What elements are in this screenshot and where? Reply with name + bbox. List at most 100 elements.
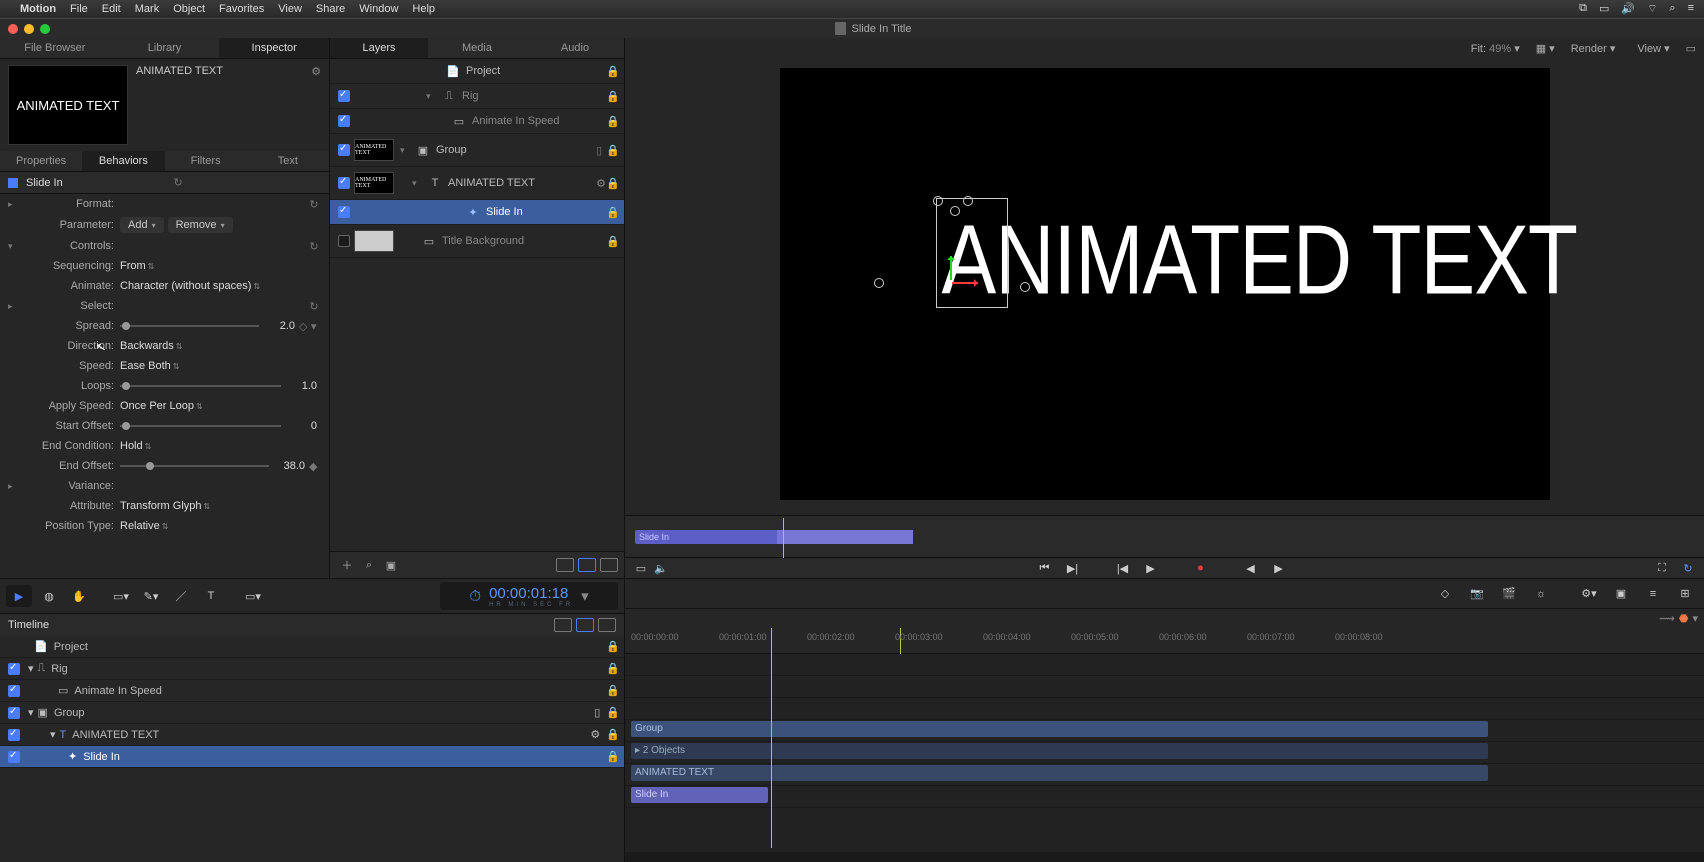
layer-row-group[interactable]: ANIMATED TEXT ▾ ▣ Group▯🔒	[330, 134, 624, 167]
spread-slider[interactable]	[120, 320, 259, 332]
disclosure-icon[interactable]: ▾	[400, 145, 410, 155]
record-button[interactable]: ●	[1191, 560, 1211, 576]
position-type-dropdown[interactable]: Relative⇅	[120, 520, 168, 532]
rotation-handle[interactable]	[950, 206, 960, 216]
layer-visible-checkbox[interactable]	[338, 177, 350, 189]
track-row-group[interactable]: ▾▣Group▯🔒	[0, 702, 624, 724]
clip-group[interactable]: Group	[631, 721, 1488, 737]
canvas-text[interactable]: ANIMATED TEXT	[942, 212, 1577, 310]
track-row-rig[interactable]: ▾⎍Rig🔒	[0, 658, 624, 680]
gear-dropdown[interactable]: ⚙▾	[1576, 583, 1602, 605]
mini-clip[interactable]: Slide In	[635, 530, 913, 544]
layer-visible-checkbox[interactable]	[338, 115, 350, 127]
clip-objects[interactable]: ▸ 2 Objects	[631, 743, 1488, 759]
reset-icon[interactable]: ↻	[307, 300, 321, 313]
view-dropdown[interactable]: View ▾	[1631, 40, 1675, 57]
color-channels-icon[interactable]: ▦ ▾	[1536, 42, 1555, 55]
step-back-button[interactable]: ◀	[1241, 560, 1261, 576]
grid-icon[interactable]: ⊞	[1672, 583, 1698, 605]
close-window-button[interactable]	[8, 24, 18, 34]
adjustments-icon[interactable]: ☼	[1528, 583, 1554, 605]
mask-tool[interactable]: ▭▾	[240, 585, 266, 607]
selection-handle[interactable]	[1020, 282, 1030, 292]
canvas-viewport[interactable]: ANIMATED TEXT	[625, 58, 1704, 515]
tab-media[interactable]: Media	[428, 38, 526, 58]
sequencing-dropdown[interactable]: From⇅	[120, 260, 154, 272]
apply-speed-dropdown[interactable]: Once Per Loop⇅	[120, 400, 203, 412]
menu-app[interactable]: Motion	[20, 3, 56, 15]
playhead[interactable]	[771, 628, 772, 848]
stack-icon[interactable]: ▣	[380, 556, 402, 574]
keyframe-icon[interactable]: ◇	[299, 320, 311, 333]
disclosure-icon[interactable]: ▾	[412, 178, 422, 188]
disclosure-icon[interactable]: ▸	[8, 481, 22, 492]
search-layers-button[interactable]: ⌕	[358, 556, 380, 574]
spread-value[interactable]: 2.0	[259, 320, 295, 332]
clip-animated-text[interactable]: ANIMATED TEXT	[631, 765, 1488, 781]
list-icon[interactable]: ≡	[1640, 583, 1666, 605]
lock-icon[interactable]: 🔒	[606, 115, 620, 128]
layer-visible-checkbox[interactable]	[338, 206, 350, 218]
menu-view[interactable]: View	[278, 3, 302, 15]
layer-row-rig[interactable]: ▾ ⎍ Rig🔒	[330, 84, 624, 109]
lock-icon[interactable]: 🔒	[606, 750, 620, 763]
lock-icon[interactable]: 🔒	[606, 206, 620, 219]
add-parameter-button[interactable]: Add	[120, 217, 164, 233]
wifi-icon[interactable]: ⌔	[1647, 2, 1657, 16]
disclosure-icon[interactable]: ▾	[28, 706, 34, 719]
text-tool[interactable]: T	[198, 585, 224, 607]
gear-icon[interactable]: ⚙	[590, 728, 600, 741]
selection-handle[interactable]	[933, 196, 943, 206]
layer-row-animate-speed[interactable]: ▭ Animate In Speed🔒	[330, 109, 624, 134]
behavior-reset-icon[interactable]: ↻	[174, 176, 322, 189]
canvas-stage[interactable]: ANIMATED TEXT	[780, 68, 1550, 500]
disclosure-icon[interactable]: ▾	[50, 728, 56, 741]
notifications-icon[interactable]: ≡	[1688, 2, 1694, 16]
lock-icon[interactable]: 🔒	[606, 706, 620, 719]
preview-actions-icon[interactable]: ⚙	[311, 65, 321, 78]
loop-button[interactable]: ↻	[1678, 560, 1698, 576]
animate-dropdown[interactable]: Character (without spaces)⇅	[120, 280, 260, 292]
timeline-ruler[interactable]: 00:00:00:0000:00:01:0000:00:02:0000:00:0…	[625, 628, 1704, 654]
track-visible-checkbox[interactable]	[8, 729, 20, 741]
timeline-view-1[interactable]	[554, 618, 572, 632]
play-button[interactable]: ▶	[1141, 560, 1161, 576]
track-row-project[interactable]: 📄Project🔒	[0, 636, 624, 658]
go-to-start-button[interactable]: ⏮	[1035, 560, 1055, 576]
menu-favorites[interactable]: Favorites	[219, 3, 264, 15]
gear-icon[interactable]: ⚙	[596, 177, 606, 190]
minimize-window-button[interactable]	[24, 24, 34, 34]
paint-bucket-tool[interactable]: ◍	[36, 585, 62, 607]
layer-row-title-bg[interactable]: ▭ Title Background🔒	[330, 225, 624, 258]
tab-layers[interactable]: Layers	[330, 38, 428, 58]
pen-tool[interactable]: ✎▾	[138, 585, 164, 607]
track-visible-checkbox[interactable]	[8, 751, 20, 763]
tab-inspector[interactable]: Inspector	[219, 38, 329, 58]
line-tool[interactable]: ／	[168, 585, 194, 607]
menu-object[interactable]: Object	[173, 3, 205, 15]
start-offset-value[interactable]: 0	[281, 420, 317, 432]
timeline-view-2[interactable]	[576, 618, 594, 632]
zoom-scrollbar[interactable]	[625, 852, 1704, 862]
display-option-1[interactable]	[556, 558, 574, 572]
tab-behaviors[interactable]: Behaviors	[82, 151, 164, 171]
menu-edit[interactable]: Edit	[102, 3, 121, 15]
keyframe-editor-button[interactable]: ◇	[1432, 583, 1458, 605]
end-condition-dropdown[interactable]: Hold⇅	[120, 440, 151, 452]
clip-icon[interactable]: ▣	[1608, 583, 1634, 605]
track-row-animated-text[interactable]: ▾TANIMATED TEXT⚙🔒	[0, 724, 624, 746]
lock-icon[interactable]: 🔒	[606, 235, 620, 248]
timeline-view-3[interactable]	[598, 618, 616, 632]
mini-timeline[interactable]: Slide In	[625, 515, 1704, 557]
menu-window[interactable]: Window	[359, 3, 398, 15]
volume-icon[interactable]: 🔊	[1621, 2, 1635, 16]
fullscreen-button[interactable]: ⛶	[1652, 560, 1672, 576]
tab-filters[interactable]: Filters	[165, 151, 247, 171]
prev-frame-button[interactable]: |◀	[1113, 560, 1133, 576]
end-offset-slider[interactable]	[120, 460, 269, 472]
speed-dropdown[interactable]: Ease Both⇅	[120, 360, 179, 372]
snap-icon[interactable]: ⟿	[1659, 612, 1675, 625]
audio-toggle[interactable]: 🔈	[651, 560, 671, 576]
end-offset-value[interactable]: 38.0	[269, 460, 305, 472]
lock-icon[interactable]: 🔒	[606, 640, 620, 653]
